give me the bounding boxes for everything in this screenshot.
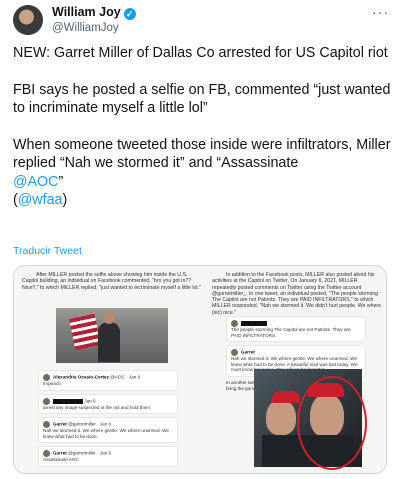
tweet-line-3-end: ” (58, 173, 64, 190)
author-name[interactable]: William Joy (52, 5, 121, 19)
feed-item: Garret @garretmiller · Jan 6 Assassinate … (38, 446, 178, 467)
avatar (43, 374, 50, 381)
feed-item: Alexandria Ocasio-Cortez @AOC · Jan 6 Imp… (38, 370, 178, 391)
flag-image (68, 313, 102, 351)
twitter-screenshot-left: Alexandria Ocasio-Cortez @AOC · Jan 6 Imp… (38, 370, 178, 470)
avatar (43, 421, 50, 429)
translate-tweet-link[interactable]: Traducir Tweet (13, 245, 82, 257)
tweet-card: William Joy ✓ @WilliamJoy ··· NEW: Garret… (0, 0, 400, 479)
author-name-row[interactable]: William Joy ✓ (52, 5, 136, 20)
avatar (231, 320, 238, 327)
author-avatar[interactable] (13, 5, 43, 35)
feed-item: Garret @garretmiller · Jan 6 Nah we storm… (38, 417, 178, 444)
feed-item: The people storming The Capitol are not … (226, 316, 366, 343)
verified-badge-icon: ✓ (123, 8, 136, 20)
redaction-bar (241, 321, 267, 326)
tweet-line-2: FBI says he posted a selfie on FB, comme… (13, 81, 391, 117)
avatar (231, 349, 238, 357)
author-handle[interactable]: @WilliamJoy (52, 22, 119, 34)
document-right-column: In addition to the Facebook posts, MILLE… (212, 272, 382, 316)
avatar (43, 450, 50, 458)
document-paragraph: In addition to the Facebook posts, MILLE… (212, 272, 382, 316)
tweet-line-1: NEW: Garret Miller of Dallas Co arrested… (13, 45, 388, 61)
mention-aoc-link[interactable]: @AOC (13, 174, 59, 190)
tweet-body: NEW: Garret Miller of Dallas Co arrested… (13, 44, 393, 210)
tweet-line-3-text: When someone tweeted those inside were i… (13, 136, 391, 172)
document-left-column: After MILLER posted the selfie above sho… (22, 272, 202, 291)
mention-wfaa-link[interactable]: @wfaa (18, 192, 63, 208)
capitol-surveillance-photo (56, 308, 168, 363)
feed-item: Jan 6 arrest any image suspected in the r… (38, 393, 178, 415)
person-figure (98, 312, 120, 362)
person-face (266, 399, 296, 435)
highlight-circle (297, 376, 367, 470)
more-options-icon[interactable]: ··· (372, 4, 389, 20)
red-cap (272, 391, 300, 403)
avatar (43, 397, 50, 405)
tweet-media-image[interactable]: After MILLER posted the selfie above sho… (13, 265, 387, 474)
paren-close: ) (62, 192, 68, 208)
tweet-line-3: When someone tweeted those inside were i… (13, 136, 393, 210)
document-paragraph: After MILLER posted the selfie above sho… (22, 272, 201, 291)
redaction-bar (53, 398, 83, 404)
